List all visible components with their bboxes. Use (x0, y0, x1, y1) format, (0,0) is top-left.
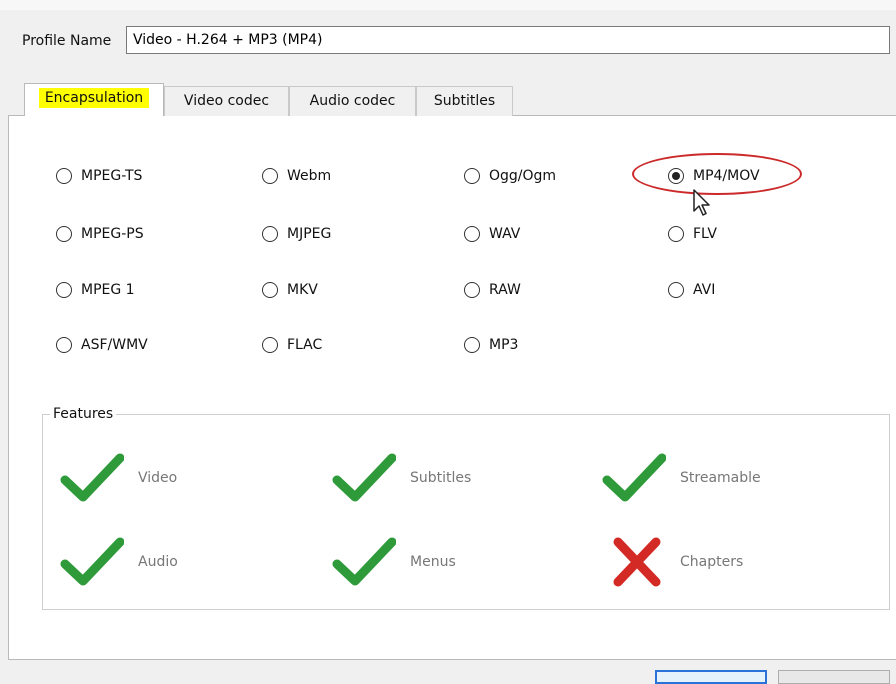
tab-audio-codec[interactable]: Audio codec (289, 86, 416, 116)
radio-label: WAV (489, 226, 521, 242)
cross-icon (613, 537, 661, 587)
radio-raw[interactable]: RAW (464, 282, 521, 298)
radio-label: Webm (287, 168, 332, 184)
radio-mpeg-1[interactable]: MPEG 1 (56, 282, 135, 298)
radio-circle (668, 226, 684, 242)
radio-circle (262, 168, 278, 184)
radio-label: MPEG-TS (81, 168, 143, 184)
check-icon (332, 537, 396, 586)
check-icon (60, 537, 124, 586)
radio-circle (464, 282, 480, 298)
tab-subtitles-label: Subtitles (433, 93, 496, 109)
radio-label: AVI (693, 282, 716, 298)
feature-video: Video (60, 452, 177, 504)
primary-dialog-button[interactable] (655, 670, 767, 684)
radio-label: MP3 (489, 337, 519, 353)
radio-circle (464, 168, 480, 184)
feature-label: Subtitles (410, 470, 472, 486)
tab-encapsulation-label: Encapsulation (38, 88, 150, 108)
radio-circle (56, 168, 72, 184)
profile-name-label: Profile Name (22, 33, 112, 49)
radio-circle (262, 337, 278, 353)
tab-subtitles[interactable]: Subtitles (416, 86, 513, 116)
radio-mpeg-ts[interactable]: MPEG-TS (56, 168, 142, 184)
radio-circle (464, 226, 480, 242)
radio-avi[interactable]: AVI (668, 282, 715, 298)
radio-label: MKV (287, 282, 318, 298)
window-top-strip (0, 0, 896, 10)
check-icon (602, 453, 666, 502)
mouse-pointer-icon (693, 189, 710, 216)
radio-circle (668, 282, 684, 298)
radio-ogg[interactable]: Ogg/Ogm (464, 168, 556, 184)
check-icon (60, 453, 124, 502)
radio-flv[interactable]: FLV (668, 226, 717, 242)
radio-label: FLAC (287, 337, 323, 353)
feature-subtitles: Subtitles (332, 452, 471, 504)
profile-name-input[interactable] (126, 26, 890, 54)
feature-label: Chapters (680, 554, 744, 570)
tab-encapsulation[interactable]: Encapsulation (24, 83, 164, 116)
tab-video-codec[interactable]: Video codec (164, 86, 289, 116)
annotation-oval (632, 153, 802, 195)
radio-mpeg-ps[interactable]: MPEG-PS (56, 226, 144, 242)
radio-circle (56, 282, 72, 298)
radio-label: RAW (489, 282, 521, 298)
feature-audio: Audio (60, 536, 178, 588)
radio-circle (262, 226, 278, 242)
radio-webm[interactable]: Webm (262, 168, 331, 184)
radio-flac[interactable]: FLAC (262, 337, 322, 353)
features-title: Features (50, 406, 117, 422)
radio-asf-wmv[interactable]: ASF/WMV (56, 337, 148, 353)
radio-label: ASF/WMV (81, 337, 148, 353)
feature-label: Audio (138, 554, 178, 570)
feature-label: Menus (410, 554, 456, 570)
feature-label: Streamable (680, 470, 761, 486)
tab-audio-codec-label: Audio codec (309, 93, 396, 109)
feature-label: Video (138, 470, 178, 486)
radio-circle (464, 337, 480, 353)
radio-circle (262, 282, 278, 298)
radio-label: FLV (693, 226, 717, 242)
feature-menus: Menus (332, 536, 456, 588)
radio-label: MPEG 1 (81, 282, 135, 298)
radio-circle (56, 337, 72, 353)
radio-mkv[interactable]: MKV (262, 282, 318, 298)
tab-video-codec-label: Video codec (183, 93, 270, 109)
radio-label: Ogg/Ogm (489, 168, 557, 184)
feature-streamable: Streamable (602, 452, 761, 504)
feature-chapters: Chapters (608, 536, 743, 588)
secondary-dialog-button[interactable] (778, 670, 890, 684)
radio-mjpeg[interactable]: MJPEG (262, 226, 331, 242)
check-icon (332, 453, 396, 502)
radio-label: MJPEG (287, 226, 332, 242)
radio-wav[interactable]: WAV (464, 226, 520, 242)
radio-label: MPEG-PS (81, 226, 144, 242)
radio-circle (56, 226, 72, 242)
radio-mp3[interactable]: MP3 (464, 337, 518, 353)
